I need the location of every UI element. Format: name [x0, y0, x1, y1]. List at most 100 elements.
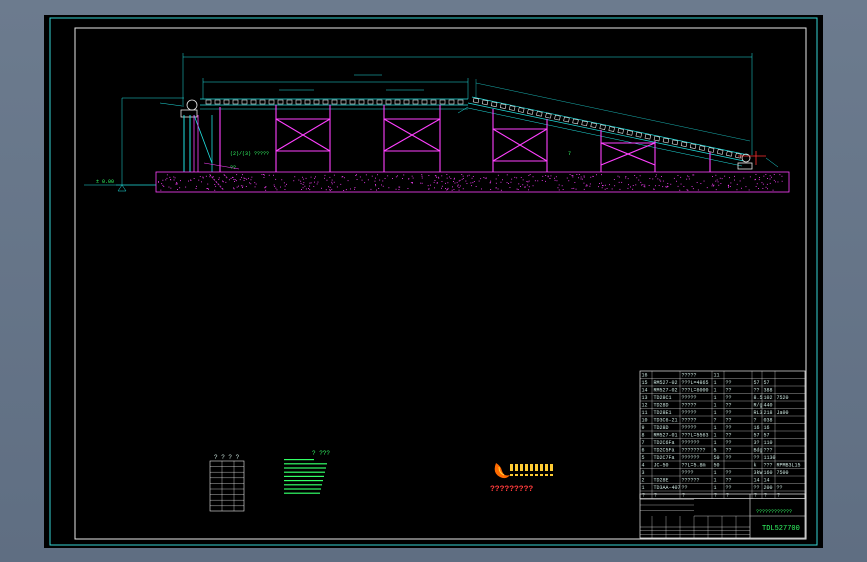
- bom-cell-code: TD2C5Fa: [654, 448, 675, 454]
- bom-cell-no: 8: [642, 433, 645, 439]
- bom-cell-w2: ???: [764, 463, 773, 469]
- bom-cell-w2: 57: [764, 433, 770, 439]
- bom-cell-mat: ??: [726, 455, 732, 461]
- bom-cell-note: Ja00: [777, 410, 789, 416]
- bom-cell-w1: k: [754, 463, 757, 469]
- bom-cell-name: ??L=5.8m: [682, 463, 706, 469]
- bom-row: 5 TD2C7Fa?????? 50???? 1130: [642, 455, 776, 461]
- bom-row: 10 TD3C6-21????????? 038: [642, 418, 773, 424]
- bom-cell-w2: 16: [764, 425, 770, 431]
- bom-cell-w1: RL3: [754, 410, 763, 416]
- bom-cell-mat: ??: [726, 485, 732, 491]
- small-table-title: ? ? ? ?: [214, 454, 240, 461]
- bom-cell-qty: 50: [714, 455, 720, 461]
- bom-header-cell: ?: [642, 493, 645, 499]
- bom-cell-qty: 1: [714, 485, 717, 491]
- bom-cell-no: 15: [642, 380, 648, 386]
- bom-cell-w2: 200: [764, 485, 773, 491]
- bom-row: 12 TD28D????? 1?? R/g 440: [642, 403, 773, 409]
- cad-viewport[interactable]: ± 0.00 7 (2)/(3) ????? ?? ? ? ? ? ? ???: [0, 0, 867, 562]
- bom-cell-w1: 14: [754, 478, 760, 484]
- bom-cell-code: TD2C6Fa: [654, 440, 675, 446]
- bom-header-cell: ?: [726, 493, 729, 499]
- logo-text: ?????????: [490, 485, 533, 494]
- bom-cell-name: ?????: [682, 395, 697, 401]
- bom-cell-name: ????????: [682, 448, 706, 454]
- bom-row: 2 TD28E?????? 1?? 14 14: [642, 478, 770, 484]
- bom-cell-no: 13: [642, 395, 648, 401]
- bom-cell-mat: ??: [726, 433, 732, 439]
- bill-of-materials: 16????? 1115 RM527-02 ???L=4865 1?? 57 5714 RM5…: [639, 370, 806, 499]
- bom-cell-name: ??????: [682, 440, 700, 446]
- bom-header-cell: ?: [714, 493, 717, 499]
- bom-cell-w2: 440: [764, 403, 773, 409]
- bom-cell-name: ?????: [682, 403, 697, 409]
- bom-cell-qty: 1: [714, 470, 717, 476]
- bom-cell-mat: ??: [726, 410, 732, 416]
- bom-cell-qty: 1: [714, 403, 717, 409]
- bom-header-cell: ?: [654, 493, 657, 499]
- conveyor-elevation: ± 0.00 7 (2)/(3) ????? ??: [84, 53, 790, 193]
- bom-cell-qty: 1: [714, 395, 717, 401]
- bom-cell-note: RPMB3L15: [777, 463, 801, 469]
- bom-cell-code: TD2C7Fa: [654, 455, 675, 461]
- bom-row: 14 RM527-02 ???L=6000 1???? 388: [642, 388, 773, 394]
- bom-cell-w2: 038: [764, 418, 773, 424]
- bom-cell-code: TD28E: [654, 478, 669, 484]
- cad-drawing: ± 0.00 7 (2)/(3) ????? ?? ? ? ? ? ? ???: [49, 17, 818, 546]
- bom-cell-name: ???L=6000: [682, 388, 709, 394]
- bom-cell-note: 7520: [777, 395, 789, 401]
- bom-row: 6 TD2C5Fa???????? 5?? Bdg???: [642, 448, 773, 454]
- bom-cell-w2: 160: [764, 470, 773, 476]
- bom-cell-name: ????: [682, 470, 694, 476]
- bom-cell-name: ??????: [682, 455, 700, 461]
- ground-level-label: ± 0.00: [96, 179, 114, 185]
- bom-cell-w1: 3?: [754, 440, 760, 446]
- bom-cell-qty: 1: [714, 440, 717, 446]
- bom-cell-no: 4: [642, 463, 645, 469]
- bom-cell-qty: 1: [714, 388, 717, 394]
- bom-cell-code: RM527-01: [654, 433, 678, 439]
- bom-cell-qty: 1: [714, 410, 717, 416]
- bom-cell-w1: 16: [754, 425, 760, 431]
- bom-cell-name: ?????: [682, 418, 697, 424]
- bom-header-cell: ?: [754, 493, 757, 499]
- bom-cell-mat: ??: [726, 380, 732, 386]
- bom-cell-mat: ??: [726, 418, 732, 424]
- notes-title: ? ???: [312, 450, 330, 457]
- bom-cell-no: 1: [642, 485, 645, 491]
- bom-cell-w1: ?: [754, 418, 757, 424]
- bom-cell-code: RM527-02: [654, 388, 678, 394]
- bom-cell-name: ?????: [682, 410, 697, 416]
- bom-cell-no: 9: [642, 425, 645, 431]
- bom-cell-name: ???L=4865: [682, 380, 709, 386]
- bom-cell-qty: 11: [714, 373, 720, 379]
- bom-cell-qty: 1: [714, 478, 717, 484]
- bom-cell-w1: Bdg: [754, 448, 763, 454]
- bom-cell-qty: 50: [714, 463, 720, 469]
- bom-cell-note: 7500: [777, 470, 789, 476]
- bom-cell-qty: 1: [714, 425, 717, 431]
- title-block-caption: ????????????: [756, 509, 792, 515]
- bom-cell-w1: 3kW: [754, 470, 763, 476]
- bom-cell-mat: ??: [726, 440, 732, 446]
- bom-cell-mat: ??: [726, 388, 732, 394]
- technical-notes: ? ???: [284, 450, 330, 494]
- bom-row: 9 TD28D????? 1?? 16 16: [642, 425, 770, 431]
- bom-header-cell: ?: [777, 493, 780, 499]
- bom-cell-no: 2: [642, 478, 645, 484]
- callout-upper: (2)/(3) ?????: [230, 151, 269, 157]
- bom-cell-no: 6: [642, 448, 645, 454]
- bom-cell-mat: ??: [726, 448, 732, 454]
- bom-cell-qty: 1: [714, 433, 717, 439]
- bom-cell-w1: ??: [754, 388, 760, 394]
- bom-cell-code: TD28D: [654, 403, 669, 409]
- bom-row: 13 TD28C1????? 1?? 8.5 102 7520: [642, 395, 789, 401]
- bom-cell-w2: 14: [764, 478, 770, 484]
- bom-cell-qty: 5: [714, 448, 717, 454]
- bom-cell-w2: ???: [764, 448, 773, 454]
- bom-cell-name: ?????: [682, 373, 697, 379]
- bom-header-cell: ?: [682, 493, 685, 499]
- bom-cell-w2: 1130: [764, 455, 776, 461]
- bom-cell-code: TD28E1: [654, 410, 672, 416]
